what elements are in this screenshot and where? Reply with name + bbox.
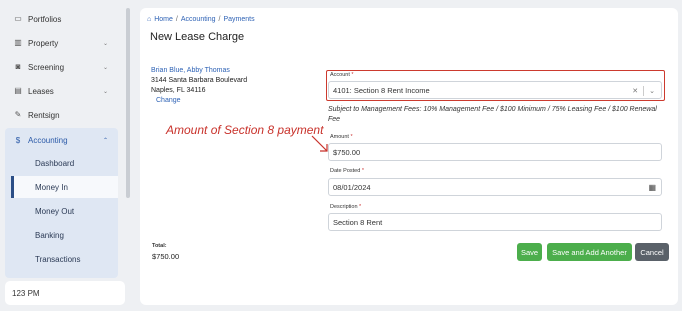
description-label: Description * xyxy=(330,204,362,210)
description-input[interactable]: Section 8 Rent xyxy=(328,213,662,231)
tenant-address-line1: 3144 Santa Barbara Boulevard xyxy=(151,77,248,84)
clock-display: 123 PM xyxy=(5,281,125,305)
sidebar-item-rentsign[interactable]: ✎ Rentsign xyxy=(0,103,118,127)
sidebar-subitem-money-in[interactable]: Money In xyxy=(11,176,118,198)
sidebar-subitem-transactions[interactable]: Transactions xyxy=(11,248,118,270)
building-icon: ▥ xyxy=(14,38,22,47)
sidebar-item-portfolios[interactable]: ▭ Portfolios xyxy=(0,7,118,31)
sidebar-item-label: Leases xyxy=(28,86,54,96)
sidebar-subitem-dashboard[interactable]: Dashboard xyxy=(11,152,118,174)
date-posted-input[interactable]: 08/01/2024 ▦ xyxy=(328,178,662,196)
sidebar-item-label: Property xyxy=(28,38,59,48)
sidebar-scrollbar[interactable] xyxy=(126,8,130,198)
folder-icon: ▭ xyxy=(14,14,22,23)
breadcrumb: ⌂ Home / Accounting / Payments xyxy=(147,16,255,23)
sidebar-item-leases[interactable]: ▤ Leases ⌄ xyxy=(0,79,118,103)
pen-icon: ✎ xyxy=(14,110,22,119)
sidebar-item-accounting[interactable]: $ Accounting ⌃ xyxy=(0,128,118,152)
annotation-text: Amount of Section 8 payment xyxy=(166,123,324,137)
save-and-add-another-button[interactable]: Save and Add Another xyxy=(547,243,632,261)
breadcrumb-separator: / xyxy=(175,16,178,23)
home-icon[interactable]: ⌂ xyxy=(147,16,151,23)
main-panel: ⌂ Home / Accounting / Payments New Lease… xyxy=(140,8,678,305)
sidebar-item-screening[interactable]: ◙ Screening ⌄ xyxy=(0,55,118,79)
chevron-down-icon: ⌄ xyxy=(102,40,108,47)
date-posted-value: 08/01/2024 xyxy=(333,182,371,192)
tenant-names-link[interactable]: Brian Blue, Abby Thomas xyxy=(151,66,247,76)
clear-icon[interactable]: ✕ xyxy=(632,87,638,95)
account-select[interactable]: 4101: Section 8 Rent Income ✕ ⌄ xyxy=(328,81,662,99)
breadcrumb-accounting[interactable]: Accounting xyxy=(181,16,216,23)
breadcrumb-separator: / xyxy=(218,16,221,23)
sidebar-item-label: Portfolios xyxy=(28,14,62,24)
select-divider xyxy=(643,86,645,96)
tenant-address-line2: Naples, FL 34116 xyxy=(151,87,206,94)
breadcrumb-home[interactable]: Home xyxy=(154,16,173,23)
account-label: Account * xyxy=(330,72,354,78)
change-tenant-link[interactable]: Change xyxy=(151,96,247,106)
total-label: Total: xyxy=(152,243,167,249)
sidebar-item-property[interactable]: ▥ Property ⌄ xyxy=(0,31,118,55)
chevron-down-icon: ⌄ xyxy=(102,88,108,95)
total-value: $750.00 xyxy=(152,252,180,261)
sidebar-subitem-banking[interactable]: Banking xyxy=(11,224,118,246)
calendar-icon[interactable]: ▦ xyxy=(648,183,656,192)
sidebar: ▭ Portfolios ▥ Property ⌄ ◙ Screening ⌄ … xyxy=(0,0,126,280)
sidebar-item-label: Accounting xyxy=(28,135,68,145)
screening-icon: ◙ xyxy=(15,62,21,71)
breadcrumb-payments[interactable]: Payments xyxy=(223,16,254,23)
sidebar-subitem-money-out[interactable]: Money Out xyxy=(11,200,118,222)
tenant-info: Brian Blue, Abby Thomas 3144 Santa Barba… xyxy=(151,66,247,106)
management-fee-note: Subject to Management Fees: 10% Manageme… xyxy=(328,106,657,123)
page-title: New Lease Charge xyxy=(150,31,245,43)
save-button[interactable]: Save xyxy=(517,243,542,261)
cancel-button[interactable]: Cancel xyxy=(635,243,669,261)
chevron-down-icon[interactable]: ⌄ xyxy=(649,87,655,95)
amount-input[interactable]: $750.00 xyxy=(328,143,662,161)
dollar-icon: $ xyxy=(15,135,21,145)
chevron-up-icon: ⌃ xyxy=(102,137,108,144)
date-posted-label: Date Posted * xyxy=(330,168,364,174)
account-value: 4101: Section 8 Rent Income xyxy=(333,85,430,95)
sidebar-item-label: Screening xyxy=(28,62,65,72)
sidebar-item-label: Rentsign xyxy=(28,110,60,120)
document-icon: ▤ xyxy=(14,86,22,95)
amount-label: Amount * xyxy=(330,134,353,140)
chevron-down-icon: ⌄ xyxy=(102,64,108,71)
annotation-arrow-icon xyxy=(311,135,328,152)
